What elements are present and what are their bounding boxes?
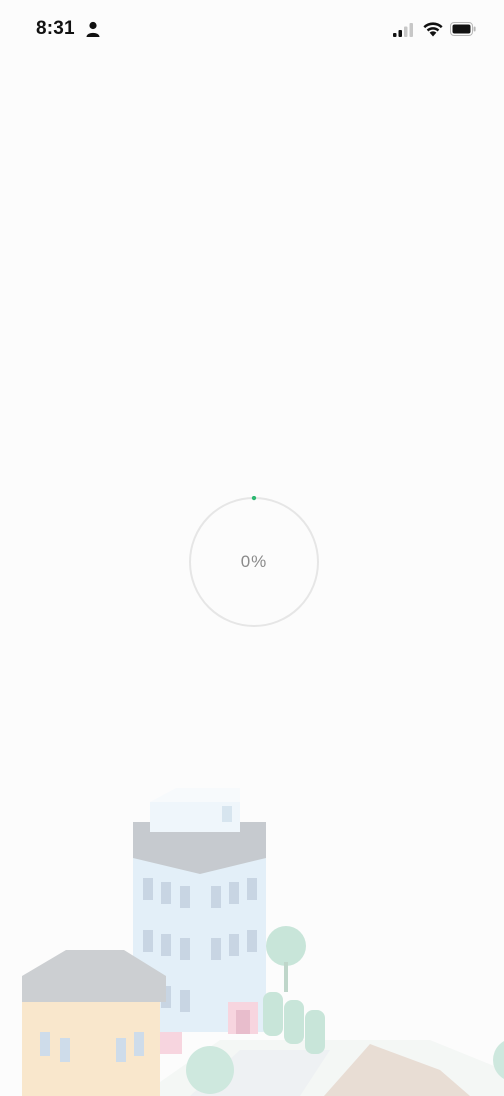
battery-icon [450,22,476,36]
person-icon [86,21,100,37]
status-bar: 8:31 [0,0,504,60]
signal-icon [393,23,413,37]
loading-progress: 0% [188,496,320,628]
city-illustration [22,788,504,1096]
progress-percent-label: 0% [240,552,268,571]
wifi-icon [423,22,443,37]
status-time: 8:31 [36,18,75,39]
splash-screen: 8:31 0% [0,0,504,1096]
